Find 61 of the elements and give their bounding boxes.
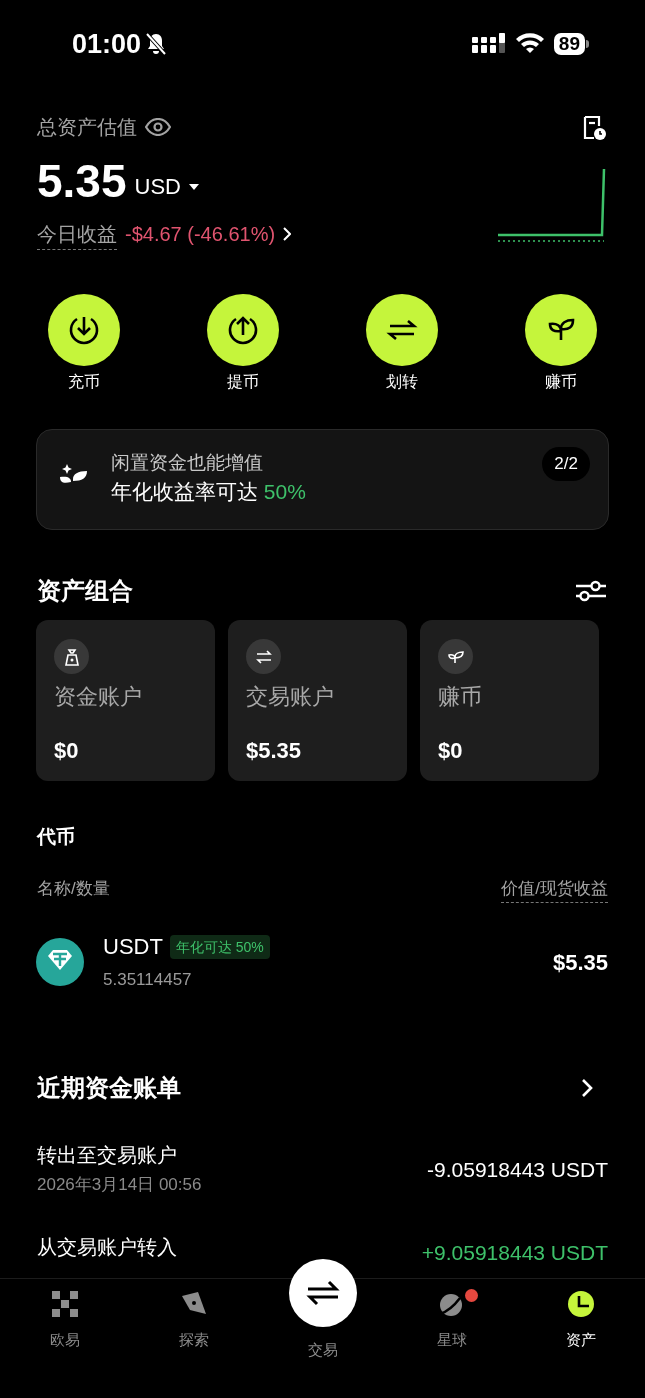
action-label: 划转	[385, 372, 418, 392]
action-label: 提币	[227, 372, 260, 392]
swap-icon	[305, 1280, 340, 1306]
account-value: $5.35	[246, 737, 303, 765]
column-header: 价值/现货收益	[501, 876, 608, 903]
filter-icon[interactable]	[575, 578, 607, 604]
nav-tab[interactable]: 资产	[565, 1289, 596, 1352]
account-value: $0	[54, 737, 80, 765]
bag-icon	[63, 647, 80, 666]
chevron-right-icon[interactable]	[581, 1078, 593, 1098]
account-name: 交易账户	[246, 683, 335, 711]
token-row[interactable]: USDT 年化可达 50% 5.35114457 $5.35	[0, 927, 645, 997]
total-assets-label: 总资产估值	[37, 115, 137, 140]
transfer-icon	[255, 649, 272, 664]
battery-tip	[586, 40, 589, 48]
account-name: 资金账户	[54, 683, 143, 711]
account-card[interactable]: 资金账户 $0	[36, 620, 215, 781]
today-earnings-label: 今日收益	[37, 218, 117, 250]
bill-row[interactable]: 转出至交易账户 2026年3月14日 00:56 -9.05918443 USDT	[0, 1141, 645, 1199]
sprout-icon	[447, 649, 464, 664]
bill-title: 转出至交易账户	[37, 1143, 178, 1168]
nav-tab[interactable]: 交易	[307, 1329, 338, 1362]
section-title: 代币	[35, 825, 76, 849]
nav-tab[interactable]: 星球	[436, 1289, 467, 1352]
signal-icon	[471, 33, 506, 55]
battery-level: 89	[553, 33, 585, 55]
promo-text: 年化收益率可达 50%	[111, 479, 307, 505]
promo-title: 闲置资金也能增值	[111, 451, 264, 475]
eye-icon[interactable]	[145, 118, 171, 136]
bill-title: 从交易账户转入	[37, 1234, 177, 1260]
token-quantity: 5.35114457	[103, 969, 193, 991]
column-header: 名称/数量	[37, 878, 110, 900]
section-title: 资产组合	[37, 576, 133, 606]
currency-selector[interactable]: USD	[134, 170, 199, 207]
nav-tab[interactable]: 探索	[178, 1289, 209, 1352]
total-amount: 5.35	[37, 155, 127, 207]
action-label: 赚币	[544, 372, 577, 392]
bill-row[interactable]: 从交易账户转入 +9.05918443 USDT	[0, 1225, 645, 1269]
account-card[interactable]: 交易账户 $5.35	[228, 620, 407, 781]
caret-icon	[189, 183, 199, 190]
bill-date: 2026年3月14日 00:56	[37, 1174, 202, 1196]
account-name: 赚币	[438, 683, 483, 711]
token-logo-icon	[36, 938, 84, 986]
chevron-right-icon	[283, 227, 292, 241]
bill-amount: -9.05918443 USDT	[427, 1157, 608, 1184]
token-symbol: USDT	[103, 933, 163, 961]
grid-logo-icon	[50, 1289, 79, 1319]
promo-card[interactable]: 闲置资金也能增值 年化收益率可达 50% 2/2	[36, 429, 609, 530]
account-value: $0	[438, 737, 464, 765]
section-title: 近期资金账单	[37, 1073, 181, 1103]
yield-tag: 年化可达 50%	[169, 935, 270, 959]
token-value: $5.35	[552, 948, 608, 977]
account-card[interactable]: 赚币 $0	[420, 620, 599, 781]
nav-tab[interactable]: 欧易	[49, 1289, 80, 1352]
page-indicator: 2/2	[542, 447, 590, 481]
today-change[interactable]: -$4.67 (-46.61%)	[125, 219, 292, 249]
history-icon[interactable]	[582, 115, 608, 141]
wifi-icon	[515, 33, 544, 55]
status-time: 01:00	[72, 27, 142, 61]
action-label: 充币	[68, 372, 101, 392]
bill-amount: +9.05918443 USDT	[421, 1240, 608, 1266]
